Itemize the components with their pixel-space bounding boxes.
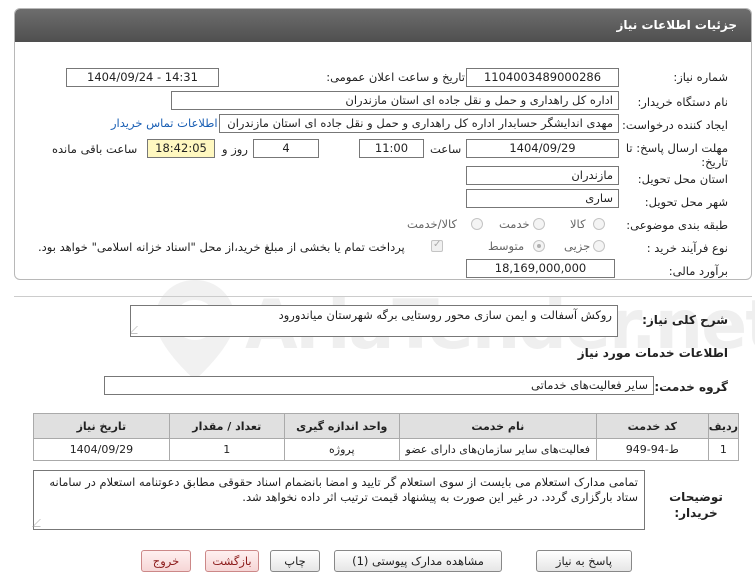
purchase-type-label: نوع فرآیند خرید : <box>646 241 728 255</box>
days-label: روز و <box>222 142 248 156</box>
announce-label: تاریخ و ساعت اعلان عمومی: <box>326 70 465 84</box>
buyer-notes-field: تمامی مدارک استعلام می بایست از سوی استع… <box>32 470 645 530</box>
budget-field: 18,169,000,000 <box>466 259 615 278</box>
service-group-label: گروه خدمت: <box>654 380 728 394</box>
services-table: ردیف کد خدمت نام خدمت واحد اندازه گیری ت… <box>33 413 740 461</box>
treasury-payment-checkbox[interactable] <box>431 239 443 252</box>
buyer-notes-label: توضیحات خریدار: <box>669 490 723 520</box>
treasury-payment-note: پرداخت تمام یا بخشی از مبلغ خرید،از محل … <box>38 240 405 254</box>
resize-handle-icon[interactable] <box>131 326 145 334</box>
exit-button[interactable]: خروج <box>141 550 191 572</box>
buyer-org-label: نام دستگاه خریدار: <box>637 95 728 109</box>
contact-info-link[interactable]: اطلاعات تماس خریدار <box>111 116 218 130</box>
category-both-radio[interactable] <box>471 218 483 230</box>
view-attachments-button[interactable]: مشاهده مدارک پیوستی (1) <box>334 550 502 572</box>
creator-label: ایجاد کننده درخواست: <box>622 118 728 132</box>
col-row-header: ردیف <box>707 413 740 439</box>
service-group-field: سایر فعالیت‌های خدماتی <box>104 376 654 395</box>
deadline-time-field: 11:00 <box>359 139 424 158</box>
buyer-org-field: اداره کل راهداری و حمل و نقل جاده ای است… <box>171 91 619 110</box>
panel-title: جزئیات اطلاعات نیاز <box>616 18 737 32</box>
cell-date: 1404/09/29 <box>33 438 170 461</box>
col-unit-header: واحد اندازه گیری <box>283 413 400 439</box>
cell-qty: 1 <box>168 438 285 461</box>
city-label: شهر محل تحویل: <box>644 195 728 209</box>
budget-label: برآورد مالی: <box>668 264 728 278</box>
table-row: 1 ط-94-949 فعالیت‌های سایر سازمان‌های دا… <box>33 438 740 461</box>
deadline-time-label: ساعت <box>430 142 462 156</box>
province-label: استان محل تحویل: <box>637 172 728 186</box>
purchase-medium-label: متوسط <box>488 239 525 253</box>
summary-field: روکش آسفالت و ایمن سازی محور روستایی برگ… <box>130 305 618 337</box>
deadline-label: مهلت ارسال پاسخ: تا تاریخ: <box>625 141 728 169</box>
reply-button[interactable]: پاسخ به نیاز <box>536 550 632 572</box>
province-field: مازندران <box>466 166 619 185</box>
resize-handle-icon[interactable] <box>32 519 48 527</box>
creator-field: مهدی اندایشگر حسابدار اداره کل راهداری و… <box>219 114 619 133</box>
category-service-label: خدمت <box>499 217 530 231</box>
print-button[interactable]: چاپ <box>270 550 320 572</box>
panel-header: جزئیات اطلاعات نیاز <box>15 9 751 42</box>
purchase-minor-radio[interactable] <box>593 240 605 252</box>
col-qty-header: تعداد / مقدار <box>168 413 285 439</box>
cell-unit: پروژه <box>283 438 400 461</box>
remaining-days-field: 4 <box>253 139 319 158</box>
cell-row: 1 <box>707 438 740 461</box>
summary-text: روکش آسفالت و ایمن سازی محور روستایی برگ… <box>278 308 612 322</box>
need-number-field: 1104003489000286 <box>466 68 619 87</box>
col-code-header: کد خدمت <box>595 413 709 439</box>
buyer-notes-text: تمامی مدارک استعلام می بایست از سوی استع… <box>49 475 638 504</box>
announce-field: 1404/09/24 - 14:31 <box>66 68 219 87</box>
col-name-header: نام خدمت <box>398 413 597 439</box>
services-heading: اطلاعات خدمات مورد نیاز <box>577 346 728 360</box>
category-goods-radio[interactable] <box>593 218 605 230</box>
table-header-row: ردیف کد خدمت نام خدمت واحد اندازه گیری ت… <box>33 413 740 439</box>
category-both-label: کالا/خدمت <box>407 217 458 231</box>
cell-code: ط-94-949 <box>595 438 709 461</box>
deadline-date-field: 1404/09/29 <box>466 139 619 158</box>
cell-name: فعالیت‌های سایر سازمان‌های دارای عضو <box>398 438 597 461</box>
remaining-time-label: ساعت باقی مانده <box>52 142 138 156</box>
summary-label: شرح کلی نیاز: <box>642 313 728 327</box>
category-service-radio[interactable] <box>533 218 545 230</box>
need-number-label: شماره نیاز: <box>673 70 728 84</box>
category-goods-label: کالا <box>570 217 586 231</box>
col-date-header: تاریخ نیاز <box>33 413 170 439</box>
purchase-medium-radio[interactable] <box>533 240 545 252</box>
back-button[interactable]: بازگشت <box>205 550 259 572</box>
purchase-minor-label: جزیی <box>564 239 591 253</box>
remaining-time-field: 18:42:05 <box>147 139 215 158</box>
city-field: ساری <box>466 189 619 208</box>
category-label: طبقه بندی موضوعی: <box>626 218 728 232</box>
